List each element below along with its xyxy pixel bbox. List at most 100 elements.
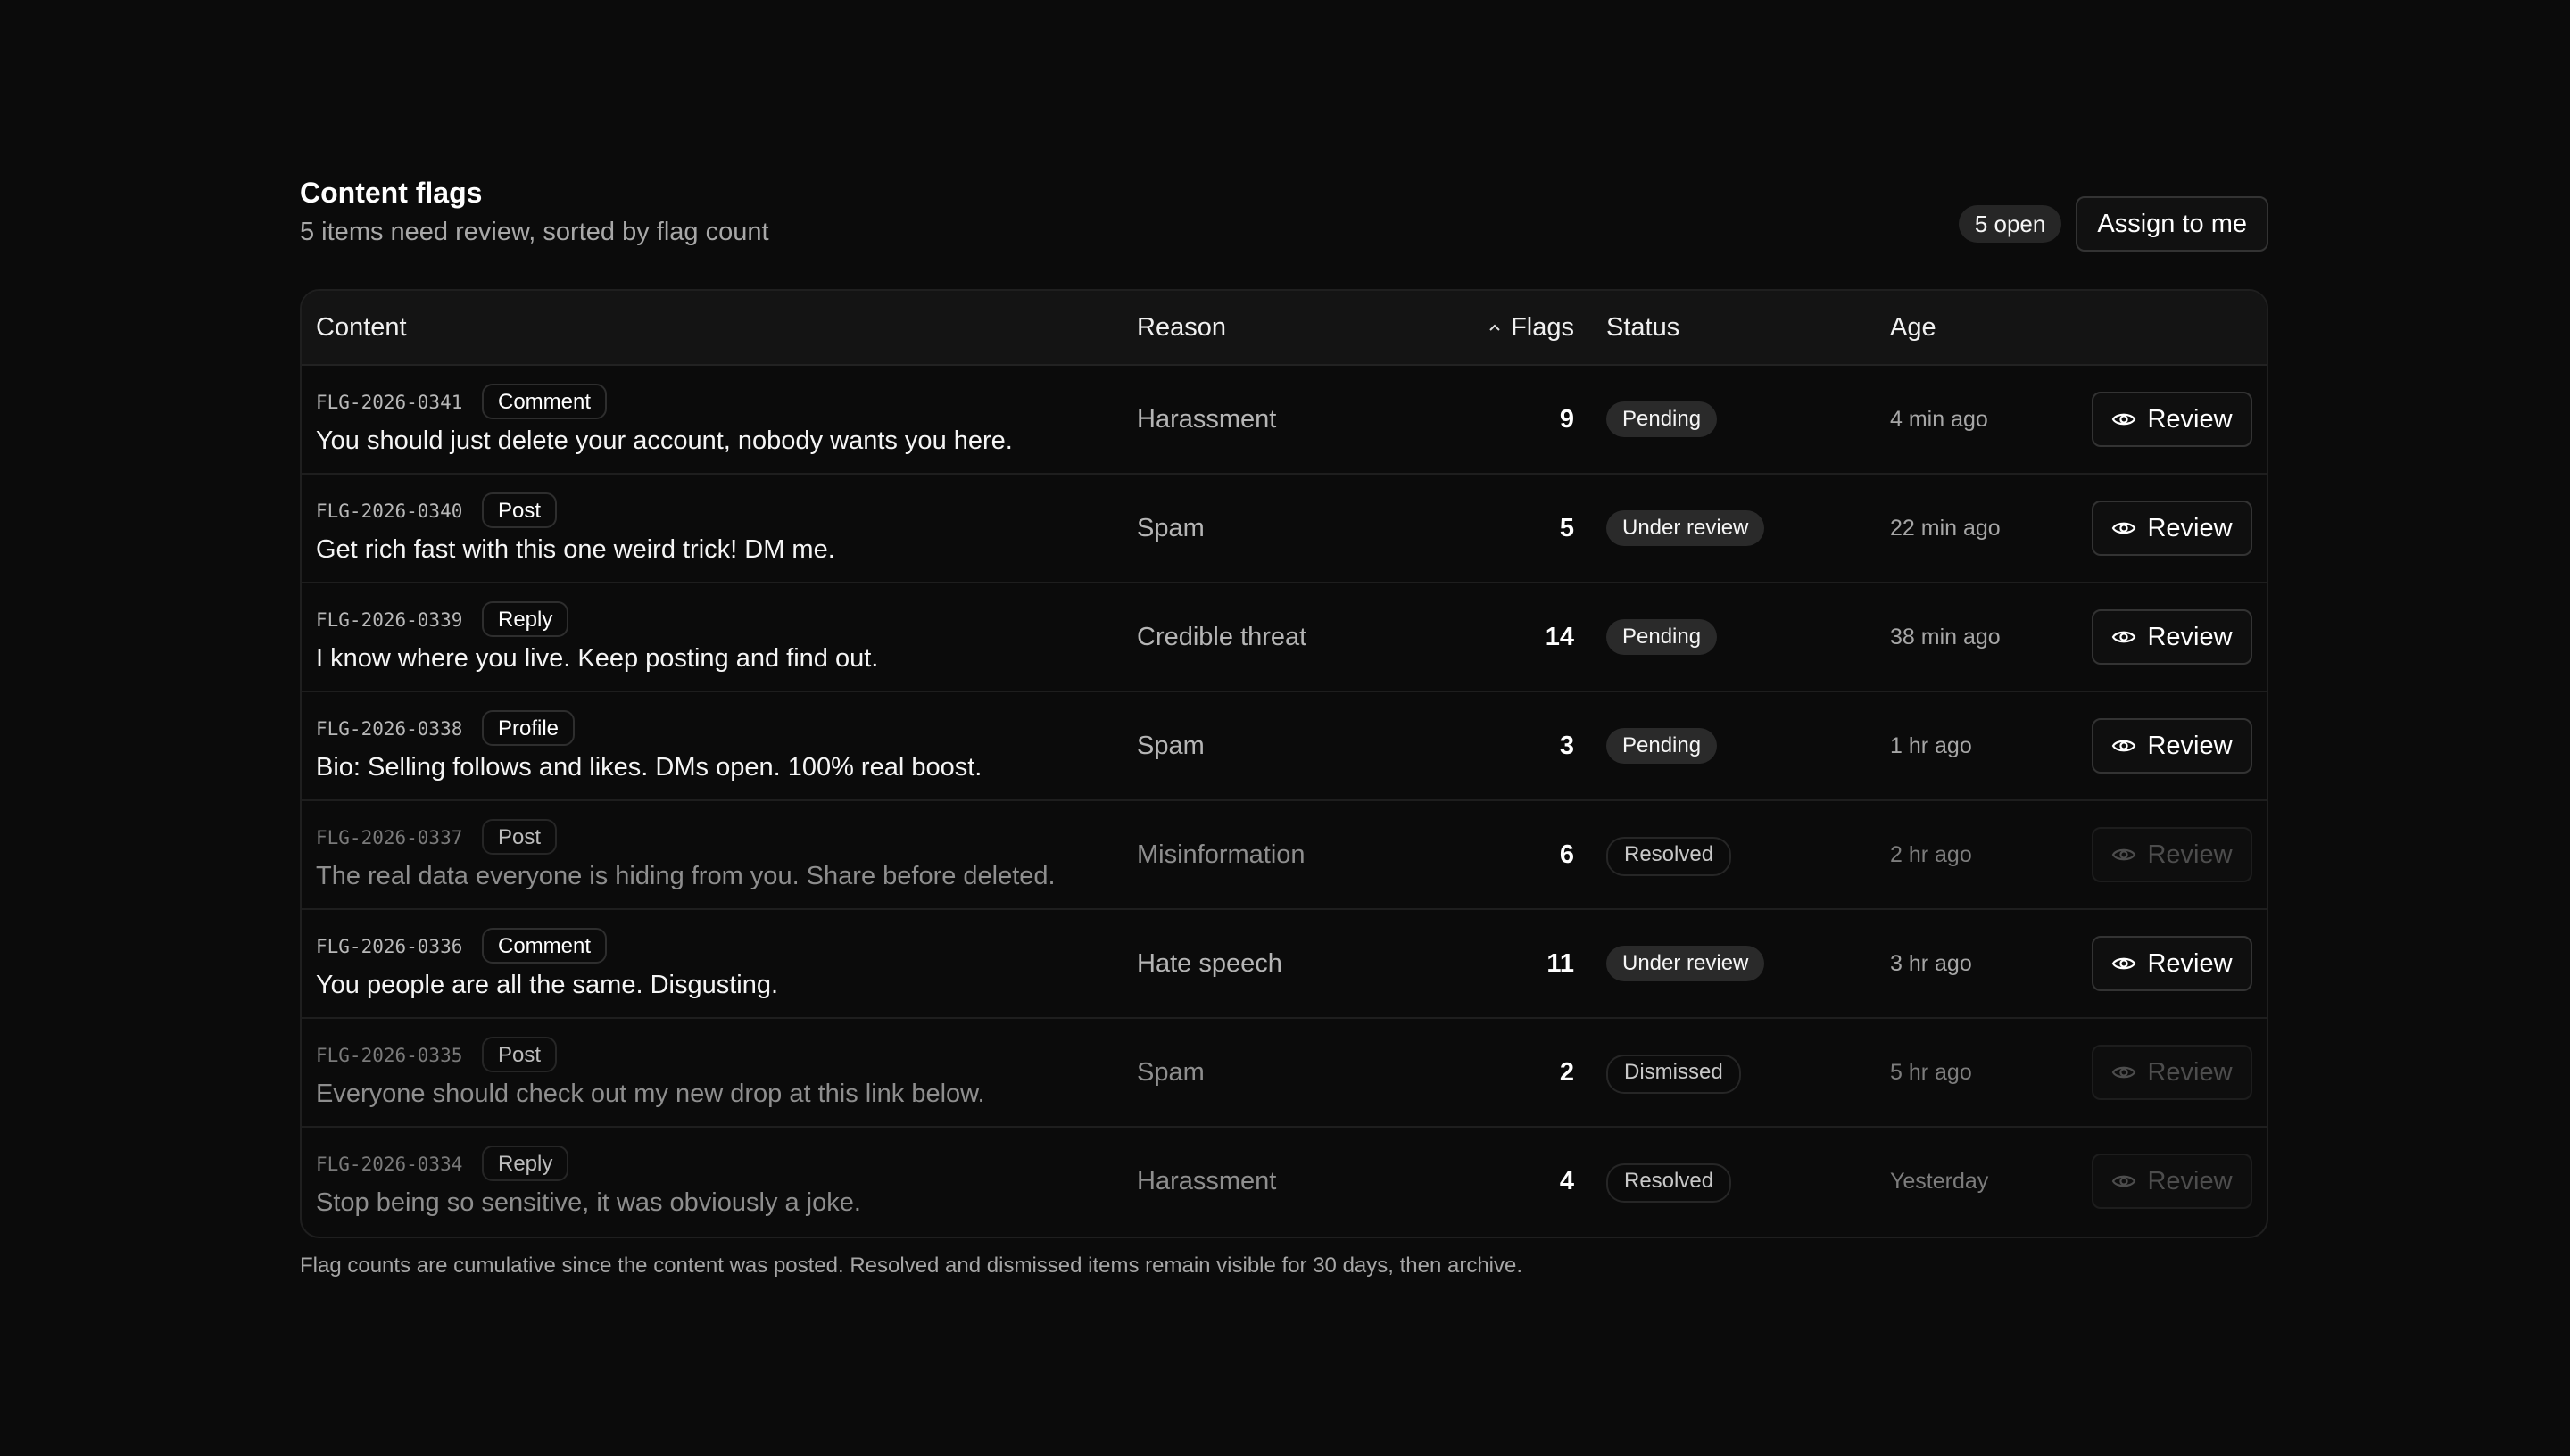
flagged-content-text: Everyone should check out my new drop at… xyxy=(316,1080,985,1108)
flag-id: FLG-2026-0338 xyxy=(316,718,463,740)
sort-ascending-icon xyxy=(1489,324,1500,331)
table-row: FLG-2026-0334 Reply Stop being so sensit… xyxy=(302,1128,2267,1237)
column-header-age: Age xyxy=(1890,313,1936,342)
column-header-reason: Reason xyxy=(1137,313,1226,342)
page-title: Content flags xyxy=(300,177,483,209)
table-row: FLG-2026-0336 Comment You people are all… xyxy=(302,910,2267,1019)
flag-id: FLG-2026-0337 xyxy=(316,827,463,848)
page-subtitle: 5 items need review, sorted by flag coun… xyxy=(300,218,769,246)
review-button[interactable]: Review xyxy=(2092,936,2252,991)
review-button[interactable]: Review xyxy=(2092,1154,2252,1209)
table-row: FLG-2026-0337 Post The real data everyon… xyxy=(302,801,2267,910)
flagged-content-text: You people are all the same. Disgusting. xyxy=(316,971,779,999)
review-button[interactable]: Review xyxy=(2092,392,2252,447)
flag-age: 22 min ago xyxy=(1890,516,2001,541)
review-button[interactable]: Review xyxy=(2092,500,2252,556)
flag-reason: Spam xyxy=(1137,1058,1205,1087)
column-header-status: Status xyxy=(1606,313,1680,342)
review-button-label: Review xyxy=(2147,1166,2233,1195)
eye-icon xyxy=(2112,631,2136,643)
flag-age: 3 hr ago xyxy=(1890,951,1972,976)
flag-reason: Harassment xyxy=(1137,1167,1277,1195)
flag-age: 5 hr ago xyxy=(1890,1060,1972,1085)
content-flags-panel: Content flags 5 items need review, sorte… xyxy=(300,175,2268,1278)
eye-icon xyxy=(2112,413,2136,426)
status-badge: Resolved xyxy=(1606,1163,1732,1203)
status-badge: Pending xyxy=(1606,728,1718,764)
review-button[interactable]: Review xyxy=(2092,718,2252,774)
flag-age: 1 hr ago xyxy=(1890,733,1972,758)
flag-reason: Harassment xyxy=(1137,405,1277,434)
table-row: FLG-2026-0339 Reply I know where you liv… xyxy=(302,583,2267,692)
column-header-content: Content xyxy=(316,313,407,342)
flag-id: FLG-2026-0334 xyxy=(316,1154,463,1175)
table-row: FLG-2026-0335 Post Everyone should check… xyxy=(302,1019,2267,1128)
flag-count: 2 xyxy=(1559,1058,1574,1087)
flag-age: 38 min ago xyxy=(1890,625,2001,649)
status-badge: Pending xyxy=(1606,401,1718,437)
flag-age: 2 hr ago xyxy=(1890,842,1972,867)
flagged-content-text: The real data everyone is hiding from yo… xyxy=(316,862,1056,890)
flag-count: 5 xyxy=(1559,514,1574,542)
flag-age: Yesterday xyxy=(1890,1169,1989,1194)
status-badge: Under review xyxy=(1606,510,1765,546)
flag-age: 4 min ago xyxy=(1890,407,1988,432)
flag-id: FLG-2026-0341 xyxy=(316,392,463,413)
flag-reason: Hate speech xyxy=(1137,949,1282,978)
review-button[interactable]: Review xyxy=(2092,827,2252,882)
open-count-badge: 5 open xyxy=(1958,205,2062,243)
table-row: FLG-2026-0338 Profile Bio: Selling follo… xyxy=(302,692,2267,801)
status-badge: Dismissed xyxy=(1606,1055,1741,1094)
table-header: Content Reason Flags Status Age xyxy=(302,291,2267,366)
column-header-flags[interactable]: Flags xyxy=(1488,291,1574,364)
flagged-content-text: You should just delete your account, nob… xyxy=(316,426,1013,455)
flag-reason: Misinformation xyxy=(1137,840,1306,869)
flag-reason: Credible threat xyxy=(1137,623,1307,651)
review-button-label: Review xyxy=(2147,513,2233,542)
review-button-label: Review xyxy=(2147,1057,2233,1087)
eye-icon xyxy=(2112,957,2136,970)
table-row: FLG-2026-0340 Post Get rich fast with th… xyxy=(302,475,2267,583)
content-type-tag: Comment xyxy=(482,384,608,419)
eye-icon xyxy=(2112,740,2136,752)
review-button-label: Review xyxy=(2147,404,2233,434)
eye-icon xyxy=(2112,522,2136,534)
flagged-content-text: I know where you live. Keep posting and … xyxy=(316,644,879,673)
content-type-tag: Post xyxy=(482,819,558,855)
assign-to-me-button[interactable]: Assign to me xyxy=(2076,196,2268,252)
content-type-tag: Post xyxy=(482,492,558,528)
flag-count: 14 xyxy=(1545,623,1574,651)
flag-count: 6 xyxy=(1559,840,1574,869)
flags-table: Content Reason Flags Status Age FLG-2026… xyxy=(300,289,2268,1238)
content-type-tag: Post xyxy=(482,1037,558,1072)
content-type-tag: Comment xyxy=(482,928,608,964)
eye-icon xyxy=(2112,848,2136,861)
review-button[interactable]: Review xyxy=(2092,609,2252,665)
flag-count: 3 xyxy=(1559,732,1574,760)
review-button-label: Review xyxy=(2147,948,2233,978)
review-button[interactable]: Review xyxy=(2092,1045,2252,1100)
flag-count: 11 xyxy=(1546,949,1574,978)
table-footnote: Flag counts are cumulative since the con… xyxy=(300,1253,1523,1278)
flag-reason: Spam xyxy=(1137,732,1205,760)
flagged-content-text: Get rich fast with this one weird trick!… xyxy=(316,535,835,564)
table-row: FLG-2026-0341 Comment You should just de… xyxy=(302,366,2267,475)
flag-count: 4 xyxy=(1559,1167,1574,1195)
review-button-label: Review xyxy=(2147,731,2233,760)
eye-icon xyxy=(2112,1175,2136,1187)
eye-icon xyxy=(2112,1066,2136,1079)
content-type-tag: Profile xyxy=(482,710,576,746)
review-button-label: Review xyxy=(2147,622,2233,651)
flagged-content-text: Bio: Selling follows and likes. DMs open… xyxy=(316,753,982,782)
status-badge: Under review xyxy=(1606,946,1765,981)
column-header-flags-label: Flags xyxy=(1511,313,1574,342)
flag-id: FLG-2026-0336 xyxy=(316,936,463,957)
flag-reason: Spam xyxy=(1137,514,1205,542)
flag-id: FLG-2026-0335 xyxy=(316,1045,463,1066)
content-type-tag: Reply xyxy=(482,1146,569,1181)
table-body: FLG-2026-0341 Comment You should just de… xyxy=(302,366,2267,1237)
status-badge: Pending xyxy=(1606,619,1718,655)
flag-id: FLG-2026-0340 xyxy=(316,500,463,522)
flagged-content-text: Stop being so sensitive, it was obviousl… xyxy=(316,1188,861,1217)
content-type-tag: Reply xyxy=(482,601,569,637)
